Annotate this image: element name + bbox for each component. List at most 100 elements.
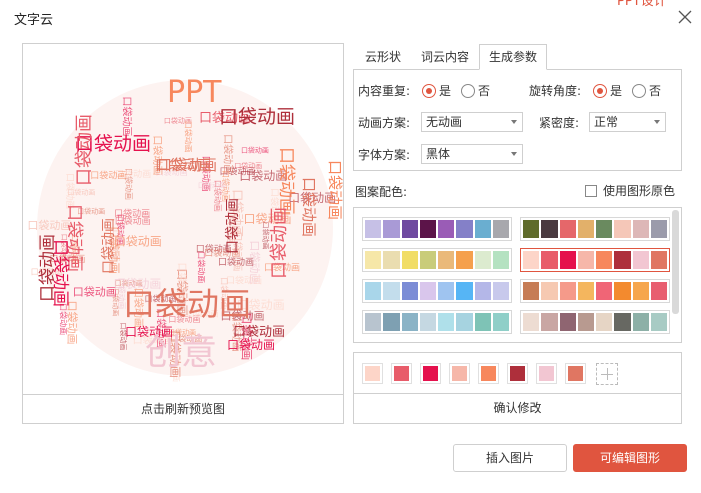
close-button[interactable] [674, 6, 696, 28]
palette-swatch [383, 220, 400, 238]
palette-swatch [365, 251, 382, 269]
current-color-swatch[interactable] [449, 363, 470, 384]
color-palette-option[interactable] [362, 310, 512, 334]
palette-swatch [401, 220, 418, 238]
color-palette-option[interactable] [362, 248, 512, 272]
add-color-icon[interactable] [596, 363, 618, 385]
palette-swatch [438, 251, 455, 269]
palette-swatch [596, 220, 613, 238]
cloud-word: PPT [167, 75, 222, 110]
palette-swatch [401, 251, 418, 269]
current-color-swatch[interactable] [391, 363, 412, 384]
color-palette-option[interactable] [520, 310, 670, 334]
density-select[interactable]: 正常 [589, 112, 666, 132]
palette-swatch [632, 251, 649, 269]
color-palette-option[interactable] [362, 217, 512, 241]
current-color-swatch[interactable] [420, 363, 441, 384]
palette-swatch [523, 251, 540, 269]
chevron-down-icon [511, 120, 517, 124]
word-cloud-preview[interactable]: 口袋动画 口袋动画 口袋动画 口袋动画 口袋动画 口袋动画 口袋动画 口袋动画 口袋动画 口袋动画… [23, 44, 343, 394]
current-color-fill [423, 366, 438, 381]
repeat-yes-radio[interactable]: 是 [422, 82, 451, 99]
palette-swatch [492, 313, 509, 331]
rotation-no-radio[interactable]: 否 [632, 82, 661, 99]
word-cloud-svg: 口袋动画 口袋动画口袋动画口袋动画口袋动画口袋动画口袋动画口袋动画口袋动画口袋动画… [27, 75, 343, 382]
color-palette-option[interactable] [520, 279, 670, 303]
cloud-word: 口袋动画 [219, 106, 295, 128]
palette-swatch [577, 251, 594, 269]
repeat-no-radio[interactable]: 否 [461, 82, 490, 99]
corner-text: PPT设计 [617, 0, 667, 9]
animation-value: 无动画 [426, 115, 463, 129]
chevron-down-icon [511, 152, 517, 156]
use-original-color-checkbox[interactable]: 使用图形原色 [585, 182, 675, 199]
repeat-label: 内容重复: [358, 84, 411, 98]
animation-select[interactable]: 无动画 [421, 112, 523, 132]
palette-swatch [541, 282, 558, 300]
cloud-word: 口袋动画 [222, 134, 235, 174]
cloud-word: 口袋动画 [227, 338, 275, 352]
palette-swatch [419, 220, 436, 238]
current-color-swatch[interactable] [362, 363, 383, 384]
cloud-word: 口袋动画 [114, 234, 162, 248]
repeat-yes-label: 是 [439, 84, 452, 98]
current-color-swatch[interactable] [536, 363, 557, 384]
palette-scrollbar[interactable] [672, 210, 679, 314]
cloud-word: 口袋动画 [269, 207, 290, 279]
density-value: 正常 [594, 115, 619, 129]
palette-swatch [456, 220, 473, 238]
cloud-word: 口袋动画 [38, 234, 58, 302]
palette-swatch [650, 220, 667, 238]
current-color-swatch[interactable] [478, 363, 499, 384]
palette-swatch [577, 282, 594, 300]
cloud-word: 口袋动画 [59, 303, 69, 335]
color-palette-option[interactable] [520, 217, 670, 241]
color-palette-option[interactable] [362, 279, 512, 303]
cloud-word: 创意 [145, 332, 217, 373]
dialog-title: 文字云 [14, 13, 54, 28]
palette-swatch [474, 220, 491, 238]
current-color-fill [365, 366, 380, 381]
tab-bar: 云形状 词云内容 生成参数 [355, 44, 548, 70]
font-value: 黑体 [426, 147, 451, 161]
current-color-swatch[interactable] [565, 363, 586, 384]
palette-swatch [383, 313, 400, 331]
refresh-preview-button[interactable]: 点击刷新预览图 [23, 394, 343, 423]
palette-swatch [523, 282, 540, 300]
current-color-fill [481, 366, 496, 381]
color-palette-option[interactable] [520, 248, 670, 272]
insert-image-button[interactable]: 插入图片 [453, 444, 567, 472]
palette-swatch [438, 220, 455, 238]
cloud-word: 口袋动画 [300, 177, 318, 237]
palette-swatch [456, 251, 473, 269]
cloud-word: 口袋动画 [198, 181, 226, 190]
cloud-word: 口袋动画 [326, 160, 343, 220]
rotation-label: 旋转角度: [529, 84, 582, 98]
tab-0[interactable]: 云形状 [355, 44, 411, 70]
palette-swatch [559, 251, 576, 269]
palette-swatch [632, 282, 649, 300]
confirm-button[interactable]: 确认修改 [353, 393, 682, 424]
radio-off-icon [632, 83, 647, 98]
palette-swatch [456, 282, 473, 300]
cloud-word: 口袋动画 [90, 169, 126, 181]
palette-swatch [596, 282, 613, 300]
rotation-yes-radio[interactable]: 是 [593, 82, 622, 99]
palette-swatch [438, 282, 455, 300]
tab-1[interactable]: 词云内容 [411, 44, 479, 70]
tab-2[interactable]: 生成参数 [479, 44, 548, 70]
cloud-word: 口袋动画 [123, 285, 251, 323]
palette-swatch [614, 313, 631, 331]
editable-shape-button[interactable]: 可编辑图形 [573, 444, 687, 472]
palette-swatch [559, 220, 576, 238]
radio-on-icon [422, 83, 436, 98]
palette-swatch [541, 251, 558, 269]
cloud-word: 口袋动画 [73, 284, 117, 298]
rotation-no-label: 否 [649, 84, 662, 98]
palette-swatch [383, 282, 400, 300]
font-row: 字体方案: 黑体 [358, 144, 523, 164]
font-select[interactable]: 黑体 [421, 144, 523, 164]
params-panel: 内容重复: 是 否 旋转角度: 是 否 动画方案: 无动画 紧密度: 正常 字体… [353, 69, 682, 171]
current-color-swatch[interactable] [507, 363, 528, 384]
palette-swatch [559, 313, 576, 331]
